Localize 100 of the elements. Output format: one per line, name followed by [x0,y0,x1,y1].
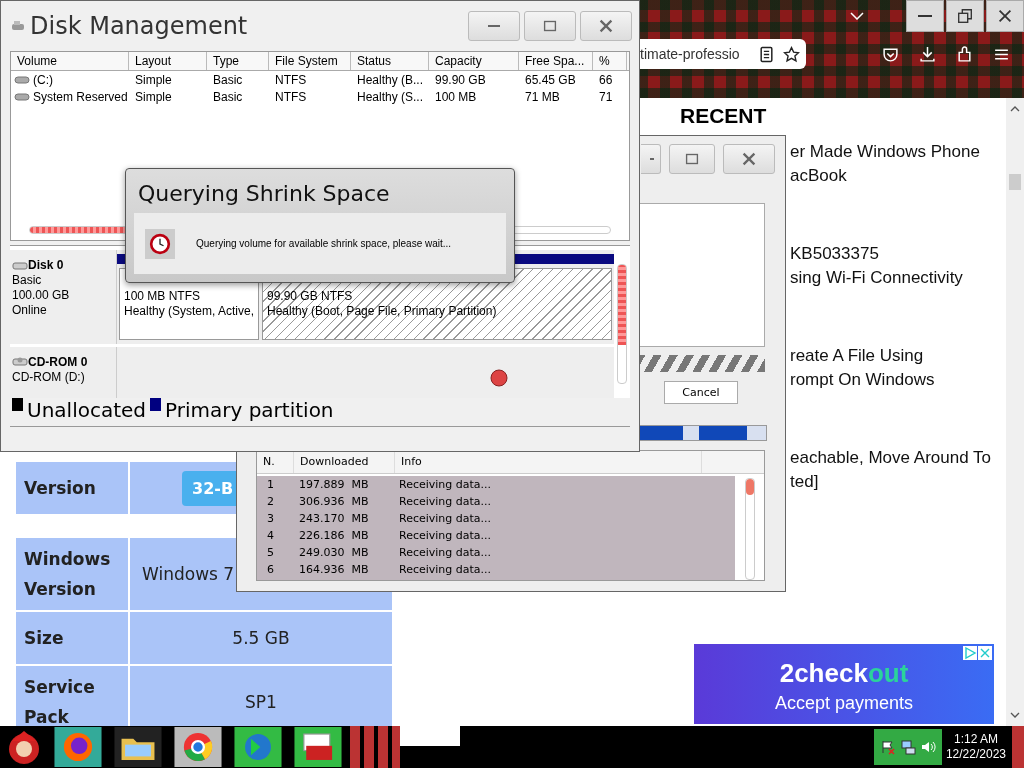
column-header[interactable]: Free Spa... [519,52,593,70]
restore-button[interactable] [946,0,984,32]
scrollbar[interactable] [1006,98,1024,726]
table-cell: Basic [213,72,243,87]
scrollbar-thumb[interactable] [618,265,626,345]
minimize-icon [650,158,654,160]
table-cell: NTFS [275,89,307,104]
table-cell-text: 6 [266,563,275,576]
blank-panel [400,726,460,746]
article-link[interactable]: er Made Windows Phone acBook [790,140,992,188]
pocket-icon[interactable] [882,45,899,63]
column-header[interactable]: Capacity [429,52,519,70]
address-bar[interactable]: timate-professio [640,39,806,69]
network-icon[interactable] [899,739,916,755]
article-link[interactable]: eachable, Move Around To ted] [790,446,992,494]
table-cell-text: 164.936 MB [298,563,370,576]
disk-name: CD-ROM 0 [28,354,88,370]
table-cell-text: Receiving data... [398,529,493,542]
close-icon [996,7,1014,25]
table-cell: 71 [599,89,613,104]
section-heading: RECENT [680,104,768,128]
dialog-message: Querying volume for available shrink space, please wait... [196,238,452,249]
maximize-button[interactable] [669,144,715,174]
table-cell: Size [15,611,129,665]
column-header[interactable]: File System [269,52,351,70]
busy-cursor-icon [490,368,508,387]
column-header[interactable]: Layout [129,52,207,70]
legend-label: Primary partition [165,398,334,422]
article-link[interactable]: KB5033375 sing Wi-Fi Connectivity [790,242,992,290]
table-cell-text: 243.170 MB [298,512,370,525]
taskbar-edge [1012,726,1024,768]
disk-info: Basic [12,273,43,288]
disk-info: Online [12,303,48,318]
table-cell-text: Receiving data... [398,495,493,508]
scroll-up-icon[interactable] [1010,106,1020,112]
scrollbar[interactable] [617,264,627,384]
minimize-icon [918,15,932,17]
table-cell-text: Receiving data... [398,546,493,559]
close-button[interactable] [580,11,632,41]
taskbar-clock[interactable]: 1:12 AM 12/22/2023 [945,732,1006,762]
table-cell: Healthy (S... [357,89,424,104]
close-button[interactable] [723,144,775,174]
reader-view-icon[interactable] [758,45,775,63]
column-header[interactable]: Status [351,52,429,70]
scrollbar-thumb[interactable] [746,479,754,495]
close-icon [597,17,615,35]
scroll-down-icon[interactable] [1010,712,1020,718]
table-cell: NTFS [275,72,307,87]
chrome-icon[interactable] [172,727,224,767]
close-button[interactable] [986,0,1024,32]
clock-icon [144,228,176,259]
toolbox-icon[interactable] [292,727,344,767]
table-cell-text: 249.030 MB [298,546,370,559]
flag-icon[interactable] [879,739,896,755]
table-cell: SP1 [245,692,277,712]
cd-drive-icon [12,357,28,368]
folder-icon[interactable] [112,727,164,767]
table-cell: 100 MB [435,89,477,104]
column-header[interactable]: Type [207,52,269,70]
table-cell-text: 226.186 MB [298,529,370,542]
extensions-icon[interactable] [956,45,973,63]
volume-icon[interactable] [919,739,936,755]
table-cell-text: Receiving data... [398,512,493,525]
disk-info: CD-ROM (D:) [12,369,86,385]
column-header[interactable]: Volume [11,52,129,70]
table-cell: System Reserved [33,89,128,104]
table-cell: 65.45 GB [525,72,576,87]
ad-logo: 2checkout [779,658,909,689]
drive-icon [14,91,30,102]
firefox-icon[interactable] [52,727,104,767]
table-cell-text: 5 [266,546,275,559]
minimize-icon [487,25,501,27]
article-link[interactable]: reate A File Using rompt On Windows [790,344,992,392]
globe-download-icon[interactable] [232,727,284,767]
minimize-button[interactable] [906,0,944,32]
scrollbar[interactable] [745,478,755,580]
disk-name: Disk 0 [28,258,64,273]
maximize-button[interactable] [524,11,576,41]
column-header[interactable]: % [593,52,627,70]
disk-info: 100.00 GB [12,288,71,303]
star-icon[interactable] [783,45,800,63]
table-cell: Service Pack [15,665,129,726]
scrollbar-thumb[interactable] [1009,174,1021,190]
table-cell: 66 [599,72,613,87]
cancel-button[interactable]: Cancel [664,381,738,405]
taskbar-stripes [350,726,400,768]
dialog-title: Querying Shrink Space [137,180,391,208]
table-cell: Simple [135,72,172,87]
table-cell: Simple [135,89,172,104]
restore-icon [956,7,974,25]
table-cell: 99.90 GB [435,72,486,87]
download-icon[interactable] [919,45,936,63]
table-cell-text: Receiving data... [398,563,493,576]
drive-icon [12,260,28,271]
close-icon [740,150,758,168]
chevron-down-icon[interactable] [850,12,864,20]
table-cell: 5.5 GB [232,628,290,648]
drive-icon [14,74,30,85]
table-cell: Healthy (B... [357,72,424,87]
table-cell: Basic [213,89,243,104]
